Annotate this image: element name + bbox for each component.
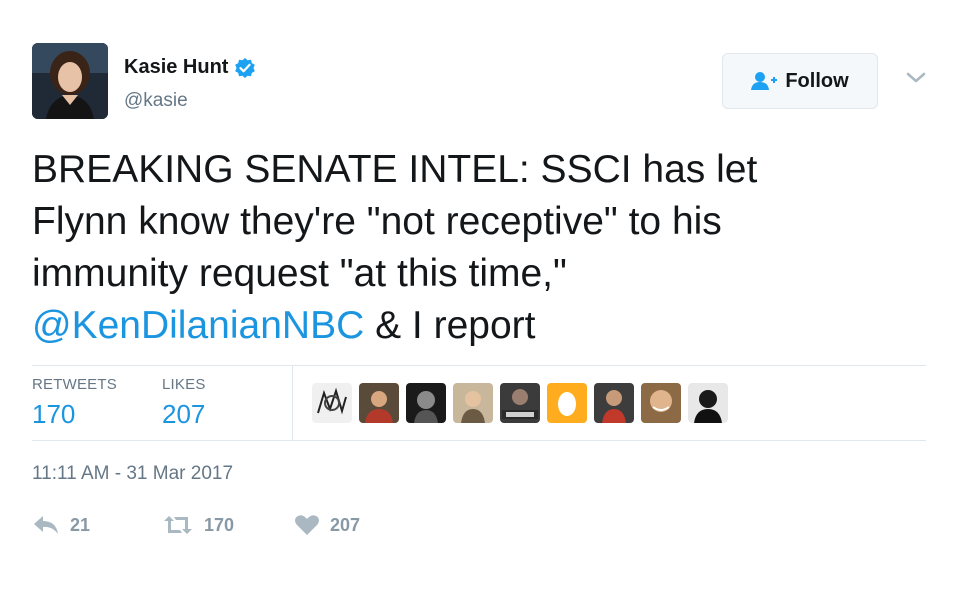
stats-divider xyxy=(292,366,293,440)
liker-avatar[interactable] xyxy=(453,383,493,423)
likers-avatars xyxy=(312,383,728,423)
likes-label: LIKES xyxy=(162,376,206,393)
liker-avatar[interactable] xyxy=(406,383,446,423)
liker-avatar[interactable] xyxy=(312,383,352,423)
liker-avatar[interactable] xyxy=(547,383,587,423)
reply-icon xyxy=(32,514,60,536)
tweet-line: immunity request "at this time," xyxy=(32,252,567,295)
retweet-count: 170 xyxy=(204,514,235,535)
liker-avatar[interactable] xyxy=(359,383,399,423)
likes-stat[interactable]: LIKES 207 xyxy=(162,376,206,430)
follow-button[interactable]: Follow xyxy=(722,53,878,109)
like-button[interactable]: 207 xyxy=(294,514,360,536)
user-handle[interactable]: @kasie xyxy=(124,90,188,112)
display-name[interactable]: Kasie Hunt xyxy=(124,56,228,79)
like-count: 207 xyxy=(330,514,361,535)
tweet-line: @KenDilanianNBC & I report xyxy=(32,300,932,352)
tweet-timestamp[interactable]: 11:11 AM - 31 Mar 2017 xyxy=(32,463,233,485)
divider xyxy=(32,365,926,366)
tweet-line: Flynn know they're "not receptive" to hi… xyxy=(32,200,722,243)
profile-photo-icon xyxy=(32,43,108,119)
heart-icon xyxy=(294,514,320,536)
follow-button-label: Follow xyxy=(785,69,849,92)
retweets-stat[interactable]: RETWEETS 170 xyxy=(32,376,117,430)
reply-count: 21 xyxy=(70,514,91,535)
liker-avatar[interactable] xyxy=(500,383,540,423)
retweet-button[interactable]: 170 xyxy=(162,514,294,536)
liker-avatar[interactable] xyxy=(594,383,634,423)
tweet-actions: 21 170 207 xyxy=(32,514,360,536)
likes-value: 207 xyxy=(162,399,206,429)
user-name-row[interactable]: Kasie Hunt xyxy=(124,56,256,79)
tweet-text-fragment: & I report xyxy=(364,304,536,347)
tweet-line: BREAKING SENATE INTEL: SSCI has let xyxy=(32,148,758,191)
retweet-icon xyxy=(162,514,194,536)
divider xyxy=(32,440,926,441)
reply-button[interactable]: 21 xyxy=(32,514,162,536)
liker-avatar[interactable] xyxy=(688,383,728,423)
retweets-value: 170 xyxy=(32,399,76,429)
retweets-label: RETWEETS xyxy=(32,376,117,393)
verified-badge-icon xyxy=(234,57,256,79)
liker-avatar[interactable] xyxy=(641,383,681,423)
tweet-text: BREAKING SENATE INTEL: SSCI has let Flyn… xyxy=(32,144,932,352)
chevron-down-icon[interactable] xyxy=(905,70,927,86)
user-avatar[interactable] xyxy=(32,43,108,119)
add-user-icon xyxy=(751,71,778,91)
mention-link[interactable]: @KenDilanianNBC xyxy=(32,304,364,347)
